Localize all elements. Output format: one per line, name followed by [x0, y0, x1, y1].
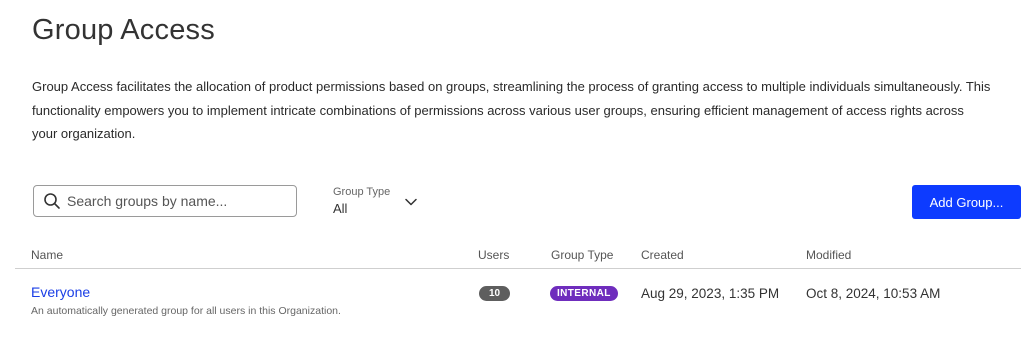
search-input[interactable] [67, 193, 287, 209]
group-type-badge: INTERNAL [550, 286, 618, 301]
page-title: Group Access [32, 14, 215, 46]
group-name-link[interactable]: Everyone [31, 284, 90, 300]
column-header-name[interactable]: Name [31, 248, 63, 262]
created-date: Aug 29, 2023, 1:35 PM [641, 286, 780, 301]
search-icon [44, 193, 60, 209]
column-header-users[interactable]: Users [478, 248, 509, 262]
chevron-down-icon[interactable] [405, 198, 417, 206]
column-header-group-type[interactable]: Group Type [551, 248, 613, 262]
group-description: An automatically generated group for all… [31, 305, 341, 317]
search-box[interactable] [33, 185, 297, 217]
column-header-created[interactable]: Created [641, 248, 684, 262]
filter-value: All [333, 201, 348, 216]
add-group-button[interactable]: Add Group... [912, 185, 1021, 219]
page-description: Group Access facilitates the allocation … [32, 79, 991, 141]
table-header-divider [15, 268, 1021, 269]
modified-date: Oct 8, 2024, 10:53 AM [806, 286, 941, 301]
column-header-modified[interactable]: Modified [806, 248, 851, 262]
users-count-badge: 10 [479, 286, 510, 301]
filter-label: Group Type [333, 186, 391, 198]
group-type-filter[interactable]: Group Type All [333, 186, 417, 216]
